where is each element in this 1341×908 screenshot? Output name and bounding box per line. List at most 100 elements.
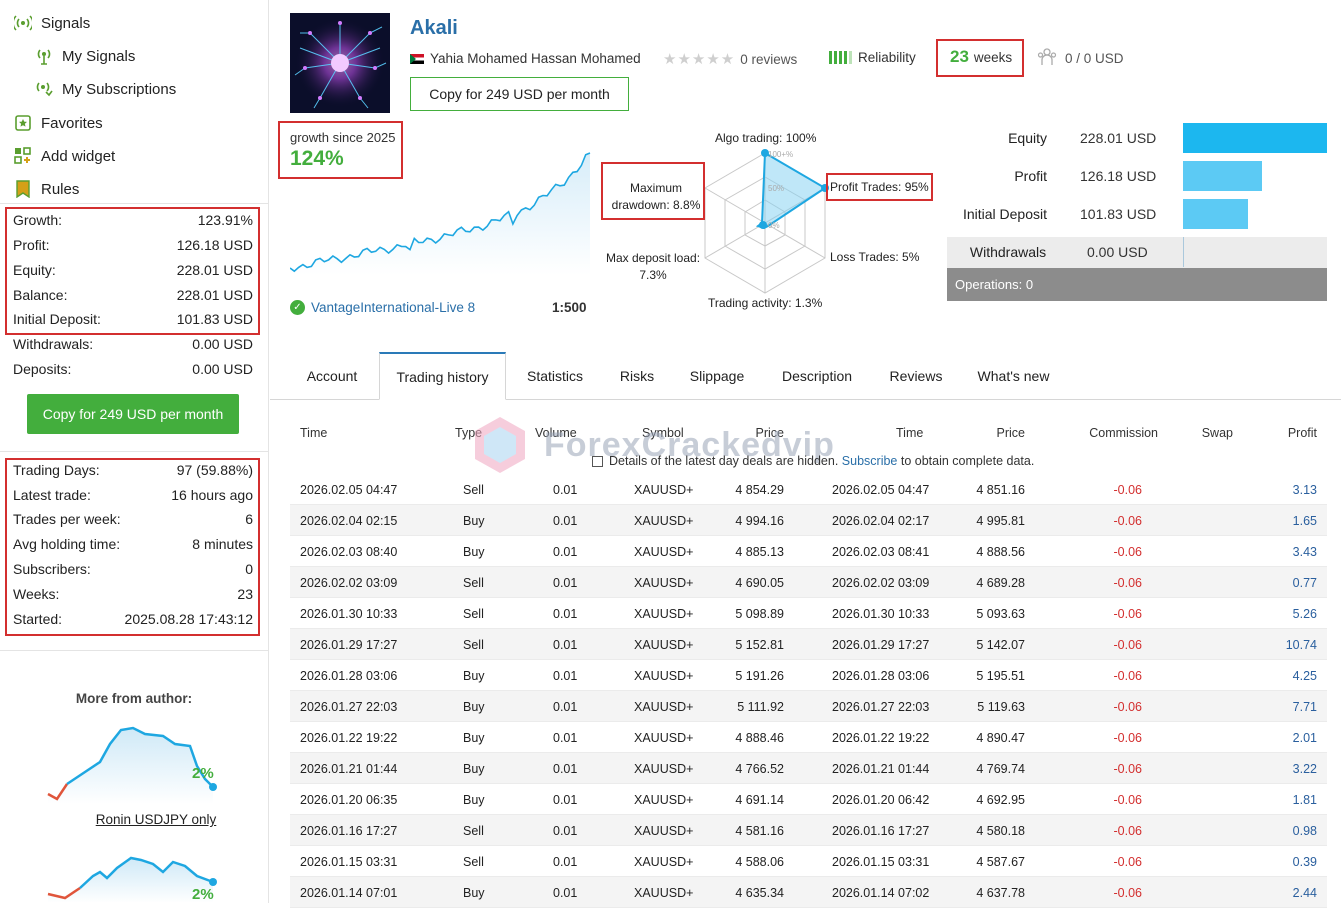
table-cell: 0.01 — [553, 855, 578, 869]
widget-icon — [13, 146, 33, 166]
copy-subscribe-button[interactable]: Copy for 249 USD per month — [410, 77, 629, 111]
tab-risks[interactable]: Risks — [608, 352, 666, 400]
table-cell: 0.01 — [553, 483, 578, 497]
tab-description[interactable]: Description — [766, 352, 868, 400]
author-signal-chart[interactable] — [45, 724, 225, 804]
table-cell: XAUUSD+ — [634, 669, 694, 683]
column-header[interactable]: Swap — [1202, 426, 1233, 440]
nav-rules[interactable]: Rules — [13, 178, 79, 200]
table-cell: 5.26 — [1292, 607, 1317, 621]
info-row: Weeks: 23 — [13, 584, 253, 604]
nav-my-subscriptions-label: My Subscriptions — [62, 80, 177, 98]
tab-what-s-new[interactable]: What's new — [962, 352, 1065, 400]
tab-account[interactable]: Account — [290, 352, 374, 400]
balance-bar — [1183, 123, 1327, 153]
notice-text-end: to obtain complete data. — [900, 454, 1035, 468]
watermark-logo-icon — [475, 417, 525, 473]
table-row: 2026.01.29 17:27 Sell 0.01 XAUUSD+ 5 152.81 2… — [290, 629, 1327, 660]
tab-trading-history[interactable]: Trading history — [379, 352, 506, 400]
table-cell: 0.77 — [1292, 576, 1317, 590]
subscribers-funds-value: 0 / 0 USD — [1065, 51, 1124, 66]
table-cell: 0.01 — [553, 824, 578, 838]
stat-value: 101.83 USD — [176, 311, 253, 327]
author-signal-link[interactable]: Ronin USDJPY only — [0, 812, 312, 827]
broker-server[interactable]: ✓ VantageInternational-Live 8 — [290, 300, 475, 315]
radar-loss-trades: Loss Trades: 5% — [830, 250, 920, 264]
nav-my-signals[interactable]: My Signals — [34, 45, 135, 67]
radar-max-drawdown: Maximum drawdown: 8.8% — [611, 181, 701, 212]
column-header[interactable]: Time — [896, 426, 923, 440]
growth-label: growth since 2025 — [290, 130, 396, 145]
balance-label: Initial Deposit — [962, 206, 1047, 222]
table-cell: 3.13 — [1292, 483, 1317, 497]
column-header[interactable]: Profit — [1288, 426, 1317, 440]
subscriptions-icon — [34, 79, 54, 99]
stat-row: Profit: 126.18 USD — [13, 235, 253, 255]
growth-chart[interactable] — [290, 150, 592, 275]
radar-algo-trading: Algo trading: 100% — [715, 131, 817, 145]
stat-row: Growth: 123.91% — [13, 210, 253, 230]
info-value: 6 — [245, 511, 253, 527]
table-cell: 4 994.16 — [735, 514, 784, 528]
nav-add-widget[interactable]: Add widget — [13, 145, 115, 167]
notice-text: Details of the latest day deals are hidd… — [609, 454, 839, 468]
stat-value: 123.91% — [197, 212, 253, 228]
copy-subscribe-button-sidebar[interactable]: Copy for 249 USD per month — [27, 394, 239, 434]
tab-slippage[interactable]: Slippage — [676, 352, 758, 400]
table-row: 2026.01.28 03:06 Buy 0.01 XAUUSD+ 5 191.26 20… — [290, 660, 1327, 691]
table-cell: 4 588.06 — [735, 855, 784, 869]
table-cell: 0.01 — [553, 607, 578, 621]
info-label: Trades per week: — [13, 511, 121, 527]
balance-value: 126.18 USD — [1080, 168, 1157, 184]
table-cell: 2026.02.05 04:47 — [300, 483, 398, 497]
rating[interactable]: ★★★★★ 0 reviews — [663, 50, 797, 68]
table-cell: 2026.01.14 07:02 — [832, 886, 930, 900]
table-cell: 1.81 — [1292, 793, 1317, 807]
stat-label: Balance: — [13, 287, 68, 303]
table-cell: 2026.01.20 06:42 — [832, 793, 930, 807]
reliability: Reliability — [829, 50, 916, 65]
subscribe-link[interactable]: Subscribe — [842, 454, 898, 468]
table-cell: 2026.01.22 19:22 — [832, 731, 930, 745]
table-cell: 2026.01.16 17:27 — [300, 824, 398, 838]
radar-trading-activity: Trading activity: 1.3% — [708, 296, 823, 310]
divider — [0, 203, 268, 204]
flag-icon — [410, 53, 424, 64]
info-row: Avg holding time: 8 minutes — [13, 534, 253, 554]
table-cell: 5 119.63 — [977, 700, 1025, 714]
signal-icon — [13, 13, 33, 33]
tab-statistics[interactable]: Statistics — [512, 352, 598, 400]
signal-title: Akali — [410, 17, 458, 39]
nav-favorites[interactable]: Favorites — [13, 112, 103, 134]
nav-signals[interactable]: Signals — [13, 12, 90, 34]
stat-row: Balance: 228.01 USD — [13, 285, 253, 305]
stat-value: 228.01 USD — [176, 287, 253, 303]
table-cell: XAUUSD+ — [634, 700, 694, 714]
nav-signals-label: Signals — [41, 14, 91, 32]
operations-label: Operations: 0 — [955, 277, 1034, 292]
table-cell: 0.01 — [553, 793, 578, 807]
table-cell: 0.01 — [553, 669, 578, 683]
table-cell: 0.01 — [553, 638, 578, 652]
table-cell: -0.06 — [1113, 514, 1143, 528]
favorites-icon — [13, 113, 33, 133]
author-name[interactable]: Yahia Mohamed Hassan Mohamed — [430, 51, 641, 66]
tab-reviews[interactable]: Reviews — [878, 352, 954, 400]
radar-point — [759, 221, 767, 229]
table-cell: 2026.02.02 03:09 — [300, 576, 398, 590]
table-cell: 4 885.13 — [735, 545, 784, 559]
table-cell: 0.98 — [1292, 824, 1317, 838]
table-cell: 2026.01.14 07:01 — [300, 886, 398, 900]
info-row: Started: 2025.08.28 17:43:12 — [13, 609, 253, 629]
nav-my-subscriptions[interactable]: My Subscriptions — [34, 78, 176, 100]
table-cell: 10.74 — [1285, 638, 1317, 652]
column-header[interactable]: Commission — [1089, 426, 1158, 440]
table-cell: 4 890.47 — [976, 731, 1025, 745]
table-cell: 4 691.14 — [735, 793, 784, 807]
radar-profit-trades: Profit Trades: 95% — [830, 180, 929, 194]
signal-avatar — [290, 13, 390, 113]
column-header[interactable]: Time — [300, 426, 327, 440]
table-cell: 2026.01.29 17:27 — [832, 638, 930, 652]
table-cell: XAUUSD+ — [634, 483, 694, 497]
column-header[interactable]: Price — [997, 426, 1025, 440]
